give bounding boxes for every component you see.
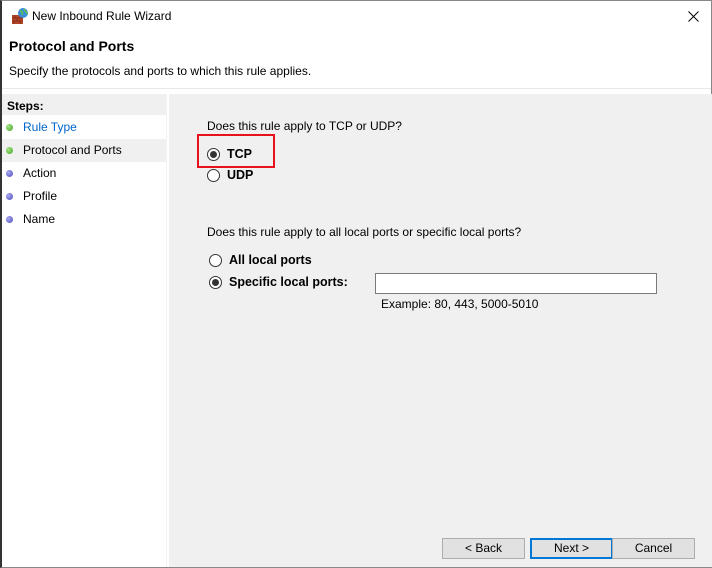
steps-panel: Steps: Rule Type Protocol and Ports Acti… bbox=[2, 94, 167, 567]
tcp-radio[interactable] bbox=[207, 147, 220, 161]
all-ports-radio-option[interactable]: All local ports bbox=[209, 253, 312, 267]
window-title: New Inbound Rule Wizard bbox=[32, 9, 172, 23]
specific-ports-label[interactable]: Specific local ports: bbox=[229, 275, 348, 289]
back-button[interactable]: < Back bbox=[442, 538, 525, 559]
step-pending-icon bbox=[6, 170, 13, 177]
step-label: Action bbox=[23, 166, 57, 180]
step-rule-type[interactable]: Rule Type bbox=[2, 116, 166, 139]
step-pending-icon bbox=[6, 193, 13, 200]
content-panel: Does this rule apply to TCP or UDP? TCP … bbox=[169, 94, 712, 567]
step-label: Protocol and Ports bbox=[23, 143, 122, 157]
close-icon bbox=[687, 10, 699, 22]
all-ports-radio[interactable] bbox=[209, 253, 222, 267]
step-name: Name bbox=[2, 208, 166, 231]
close-button[interactable] bbox=[675, 1, 711, 31]
steps-heading: Steps: bbox=[2, 94, 166, 116]
all-ports-label[interactable]: All local ports bbox=[229, 253, 312, 267]
step-label[interactable]: Rule Type bbox=[23, 120, 77, 134]
specific-ports-radio-option[interactable]: Specific local ports: bbox=[209, 275, 348, 289]
udp-radio[interactable] bbox=[207, 168, 220, 182]
step-done-icon bbox=[6, 147, 13, 154]
step-label: Name bbox=[23, 212, 56, 226]
firewall-icon bbox=[12, 8, 28, 24]
cancel-button[interactable]: Cancel bbox=[612, 538, 695, 559]
step-done-icon bbox=[6, 124, 13, 131]
wizard-window: New Inbound Rule Wizard Protocol and Por… bbox=[0, 0, 712, 568]
step-action: Action bbox=[2, 162, 166, 185]
specific-ports-radio[interactable] bbox=[209, 275, 222, 289]
protocol-question: Does this rule apply to TCP or UDP? bbox=[207, 119, 402, 133]
title-bar: New Inbound Rule Wizard bbox=[2, 1, 711, 31]
tcp-radio-option[interactable]: TCP bbox=[207, 147, 252, 161]
page-title: Protocol and Ports bbox=[9, 38, 135, 54]
step-protocol-and-ports: Protocol and Ports bbox=[2, 139, 166, 162]
step-profile: Profile bbox=[2, 185, 166, 208]
udp-radio-option[interactable]: UDP bbox=[207, 168, 253, 182]
udp-label[interactable]: UDP bbox=[227, 168, 253, 182]
tcp-label[interactable]: TCP bbox=[227, 147, 252, 161]
step-label: Profile bbox=[23, 189, 58, 203]
ports-question: Does this rule apply to all local ports … bbox=[207, 225, 522, 239]
wizard-header: Protocol and Ports Specify the protocols… bbox=[2, 31, 711, 89]
next-button[interactable]: Next > bbox=[530, 538, 613, 559]
specific-ports-input[interactable] bbox=[375, 273, 657, 294]
page-subtitle: Specify the protocols and ports to which… bbox=[9, 64, 312, 78]
ports-example-text: Example: 80, 443, 5000-5010 bbox=[381, 297, 539, 311]
step-pending-icon bbox=[6, 216, 13, 223]
